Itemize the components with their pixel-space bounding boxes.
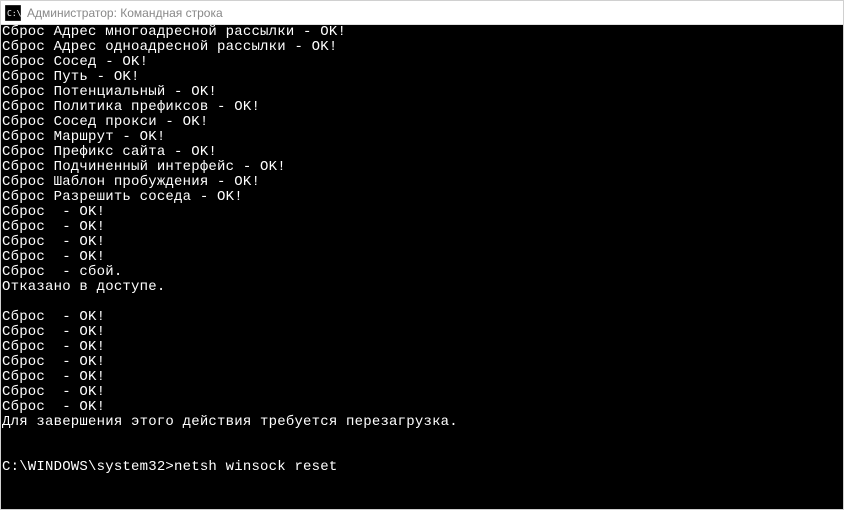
- terminal-output-line: Сброс - OK!: [2, 340, 843, 355]
- window-title: Администратор: Командная строка: [27, 7, 223, 19]
- terminal-output-line: Сброс - OK!: [2, 325, 843, 340]
- terminal-output-line: Сброс - OK!: [2, 310, 843, 325]
- terminal-output-line: Сброс - OK!: [2, 205, 843, 220]
- terminal-output-line: Сброс - OK!: [2, 235, 843, 250]
- terminal-output-line: Сброс Маршрут - OK!: [2, 130, 843, 145]
- terminal-area[interactable]: Сброс Адрес многоадресной рассылки - OK!…: [1, 25, 843, 509]
- terminal-output-line: Для завершения этого действия требуется …: [2, 415, 843, 430]
- terminal-output-line: Сброс - OK!: [2, 220, 843, 235]
- terminal-output-line: Сброс - OK!: [2, 250, 843, 265]
- terminal-output-line: Сброс Подчиненный интерфейс - OK!: [2, 160, 843, 175]
- terminal-output-line: Сброс - OK!: [2, 370, 843, 385]
- terminal-output-line: Сброс Путь - OK!: [2, 70, 843, 85]
- terminal-output-line: Сброс Разрешить соседа - OK!: [2, 190, 843, 205]
- terminal-output-line: Сброс - OK!: [2, 385, 843, 400]
- terminal-output-line: Сброс Адрес многоадресной рассылки - OK!: [2, 25, 843, 40]
- prompt-line: C:\WINDOWS\system32>netsh winsock reset: [2, 460, 843, 475]
- terminal-output-line: [2, 295, 843, 310]
- terminal-output-line: Сброс Потенциальный - OK!: [2, 85, 843, 100]
- terminal-output-line: [2, 430, 843, 445]
- terminal-output-line: Сброс Префикс сайта - OK!: [2, 145, 843, 160]
- terminal-output-line: Сброс Сосед прокси - OK!: [2, 115, 843, 130]
- terminal-output-line: Сброс Адрес одноадресной рассылки - OK!: [2, 40, 843, 55]
- terminal-output-line: Сброс - OK!: [2, 355, 843, 370]
- terminal-output-line: Сброс Сосед - OK!: [2, 55, 843, 70]
- terminal-output-line: Сброс - OK!: [2, 400, 843, 415]
- terminal-output-line: Сброс - сбой.: [2, 265, 843, 280]
- terminal-output-line: Сброс Политика префиксов - OK!: [2, 100, 843, 115]
- terminal-output-line: [2, 445, 843, 460]
- prompt: C:\WINDOWS\system32>: [2, 459, 174, 475]
- terminal-output-line: Отказано в доступе.: [2, 280, 843, 295]
- cmd-icon: C:\: [5, 5, 21, 21]
- titlebar[interactable]: C:\ Администратор: Командная строка: [1, 1, 843, 25]
- current-command[interactable]: netsh winsock reset: [174, 459, 337, 475]
- svg-text:C:\: C:\: [7, 9, 21, 18]
- terminal-output-line: Сброс Шаблон пробуждения - OK!: [2, 175, 843, 190]
